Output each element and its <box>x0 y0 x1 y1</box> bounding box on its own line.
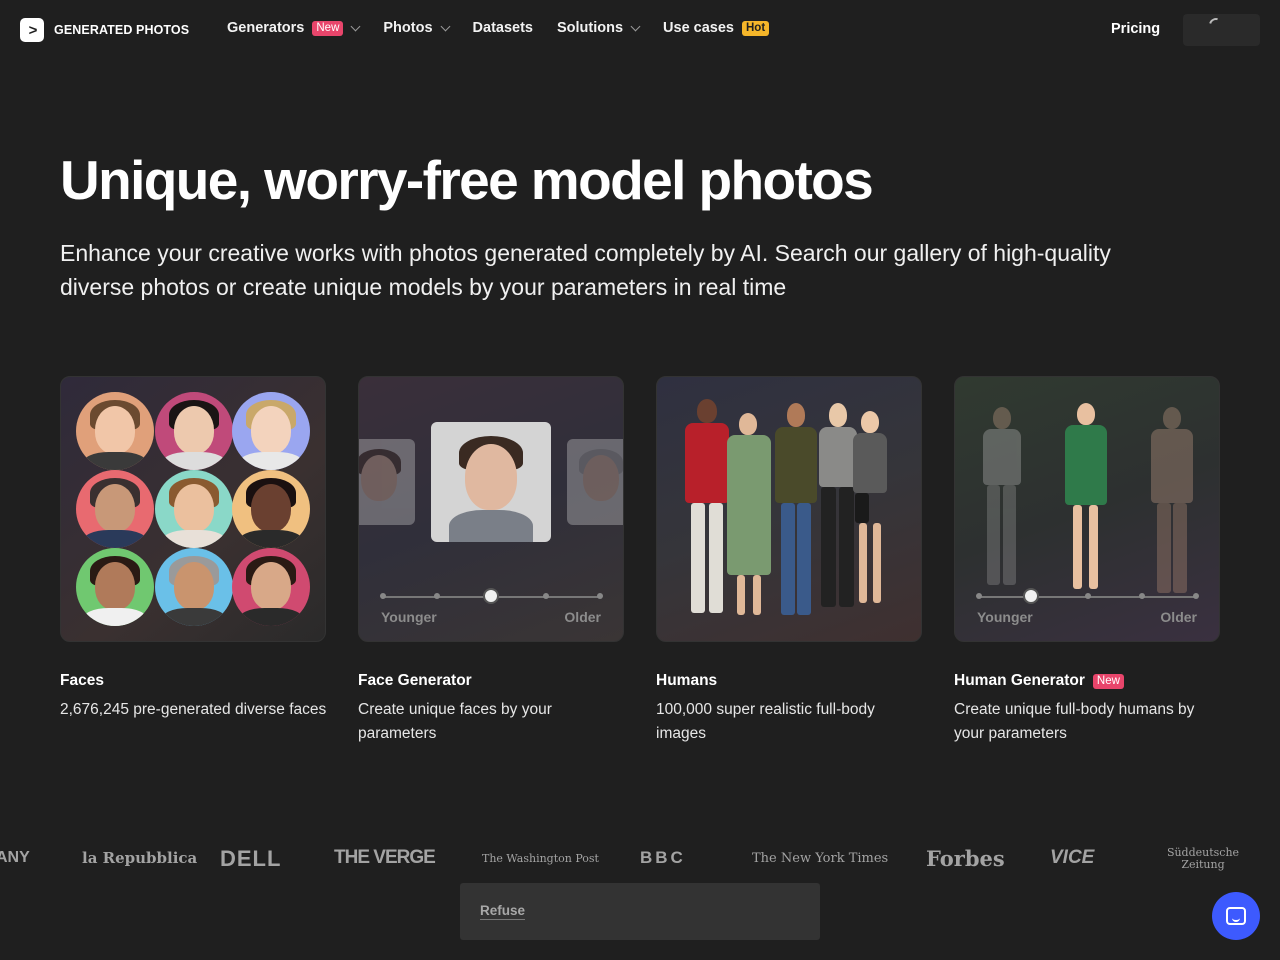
face-generator-card-desc: Create unique faces by your parameters <box>358 701 552 742</box>
nav-generators[interactable]: Generators New <box>227 20 361 36</box>
site-header: > GENERATED PHOTOS Generators New Photos… <box>0 0 1280 60</box>
new-badge: New <box>1092 673 1124 689</box>
faces-card-title[interactable]: Faces <box>60 672 104 690</box>
chat-button[interactable] <box>1212 892 1260 940</box>
press-logo: THE VERGE <box>334 847 436 868</box>
logo-mark-icon: > <box>20 18 44 42</box>
age-slider[interactable] <box>976 588 1199 604</box>
main-nav: Generators New Photos Datasets Solutions… <box>227 20 793 36</box>
chat-icon <box>1226 907 1246 925</box>
press-logo: The New York Times <box>752 851 889 866</box>
chevron-down-icon <box>630 21 641 31</box>
human-generator-card-image[interactable]: Younger Older <box>954 376 1220 642</box>
humans-card-desc: 100,000 super realistic full-body images <box>656 701 875 742</box>
site-logo[interactable]: > GENERATED PHOTOS <box>20 18 189 42</box>
press-logo: ANY <box>0 849 30 866</box>
age-slider[interactable] <box>380 588 603 604</box>
face-thumb <box>232 548 310 626</box>
nav-use-cases-label: Use cases <box>663 20 734 36</box>
face-thumb <box>155 548 233 626</box>
nav-solutions[interactable]: Solutions <box>556 20 641 36</box>
refuse-button[interactable]: Refuse <box>480 903 526 920</box>
hot-badge: Hot <box>742 20 770 36</box>
slider-handle[interactable] <box>1023 588 1039 604</box>
nav-use-cases[interactable]: Use cases Hot <box>663 20 770 36</box>
nav-pricing[interactable]: Pricing <box>1111 21 1160 37</box>
press-logo: Süddeutsche Zeitung <box>1166 846 1240 871</box>
slider-label-older: Older <box>564 609 601 625</box>
press-logos-strip: ANY la Repubblica DELL THE VERGE The Was… <box>0 843 1280 879</box>
cookie-consent-bar: Refuse <box>460 883 820 940</box>
new-badge: New <box>312 20 344 36</box>
face-thumb <box>155 470 233 548</box>
chevron-down-icon <box>350 21 361 31</box>
humans-card-image[interactable] <box>656 376 922 642</box>
loading-spinner-icon <box>1206 15 1226 35</box>
face-preview-side <box>567 439 623 525</box>
slider-label-older: Older <box>1160 609 1197 625</box>
page-title: Unique, worry-free model photos <box>60 149 874 211</box>
account-button[interactable] <box>1183 14 1260 46</box>
face-thumb <box>76 548 154 626</box>
press-logo: VICE <box>1050 847 1095 868</box>
faces-card-image[interactable] <box>60 376 326 642</box>
press-logo: DELL <box>220 846 282 871</box>
faces-card-desc: 2,676,245 pre-generated diverse faces <box>60 701 327 718</box>
slider-label-younger: Younger <box>977 609 1033 625</box>
press-logo: BBC <box>640 848 686 867</box>
chevron-down-icon <box>440 21 450 31</box>
slider-label-younger: Younger <box>381 609 437 625</box>
nav-generators-label: Generators <box>227 20 305 36</box>
face-thumb <box>232 470 310 548</box>
press-logo: Forbes <box>926 846 1005 871</box>
nav-photos[interactable]: Photos <box>383 20 450 36</box>
nav-datasets-label: Datasets <box>472 20 533 36</box>
slider-handle[interactable] <box>483 588 499 604</box>
press-logo: la Repubblica <box>82 849 198 867</box>
nav-datasets[interactable]: Datasets <box>473 20 533 36</box>
logo-text: GENERATED PHOTOS <box>54 23 190 37</box>
human-generator-card-title[interactable]: Human Generator New <box>954 672 1124 690</box>
humans-card-title[interactable]: Humans <box>656 672 717 690</box>
nav-photos-label: Photos <box>383 20 433 36</box>
press-logo: The Washington Post <box>482 852 599 865</box>
page-subtitle: Enhance your creative works with photos … <box>60 240 1111 300</box>
nav-solutions-label: Solutions <box>556 20 624 36</box>
human-generator-card-desc: Create unique full-body humans by your p… <box>954 701 1195 742</box>
face-thumb <box>155 392 233 470</box>
human-generator-title-text: Human Generator <box>954 672 1085 689</box>
face-preview-main <box>431 422 551 542</box>
face-thumb <box>76 470 154 548</box>
face-generator-card-image[interactable]: Younger Older <box>358 376 624 642</box>
face-thumb <box>76 392 154 470</box>
face-thumb <box>232 392 310 470</box>
face-generator-card-title[interactable]: Face Generator <box>358 672 472 690</box>
face-preview-side <box>359 439 415 525</box>
